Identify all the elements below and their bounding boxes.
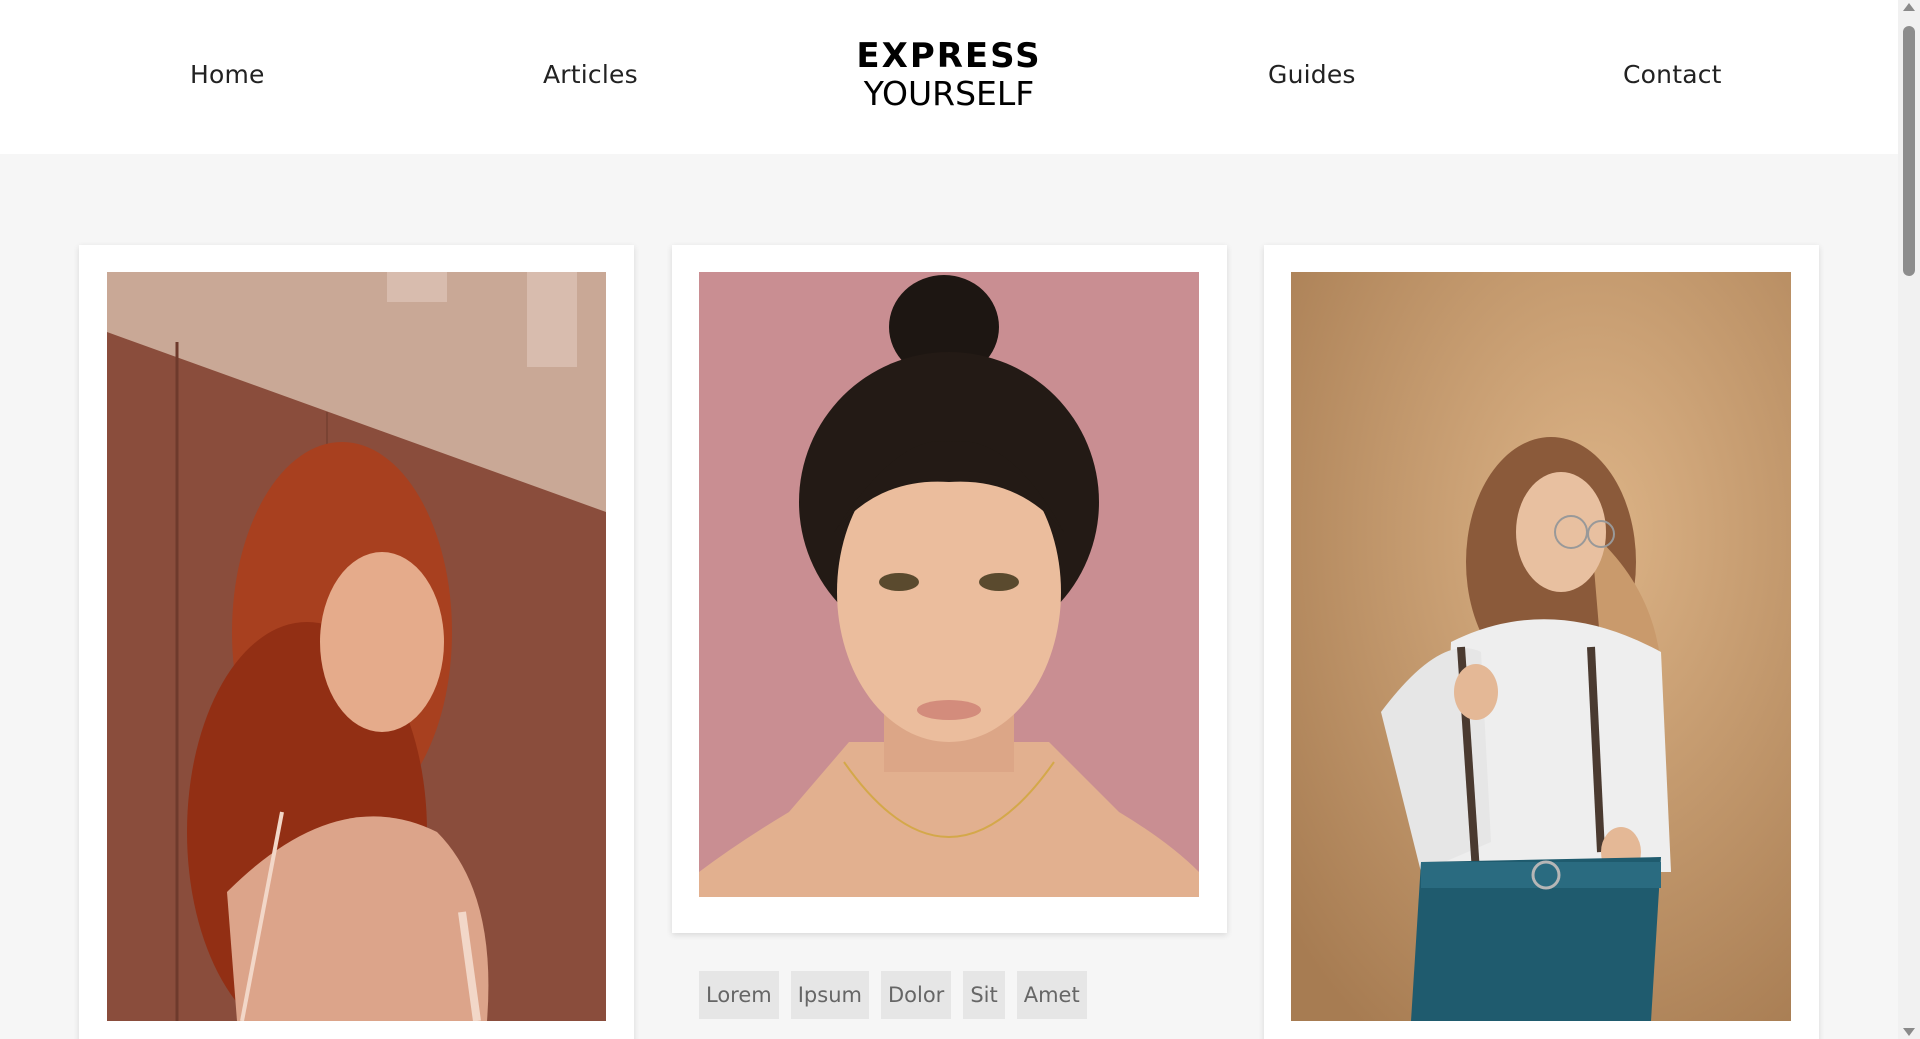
tag-ipsum[interactable]: Ipsum [790,971,869,1019]
scroll-down-arrow-icon[interactable] [1903,1028,1915,1036]
nav-home-link[interactable]: Home [190,60,265,90]
tag-list: Lorem Ipsum Dolor Sit Amet [699,971,1087,1019]
site-logo[interactable]: EXPRESS YOURSELF [849,36,1049,112]
tag-lorem[interactable]: Lorem [699,971,779,1019]
portrait-pink-background-photo [699,272,1199,897]
tag-dolor[interactable]: Dolor [880,971,952,1019]
site-header: Home Articles EXPRESS YOURSELF Guides Co… [0,0,1898,154]
scroll-up-arrow-icon[interactable] [1903,3,1915,11]
logo-line-2: YOURSELF [863,74,1035,113]
tag-sit[interactable]: Sit [963,971,1005,1019]
gallery-card-2[interactable] [672,245,1227,933]
gallery-card-1[interactable] [79,245,634,1039]
gallery-card-3[interactable] [1264,245,1819,1039]
portrait-suspenders-photo [1291,272,1791,1021]
scrollbar-thumb[interactable] [1903,26,1915,276]
portrait-red-hair-photo [107,272,606,1021]
nav-guides-link[interactable]: Guides [1268,60,1356,90]
page: Home Articles EXPRESS YOURSELF Guides Co… [0,0,1920,1039]
nav-contact-link[interactable]: Contact [1623,60,1722,90]
nav-articles-link[interactable]: Articles [543,60,638,90]
tag-amet[interactable]: Amet [1016,971,1087,1019]
vertical-scrollbar[interactable] [1898,0,1920,1039]
logo-line-1: EXPRESS [856,36,1042,76]
